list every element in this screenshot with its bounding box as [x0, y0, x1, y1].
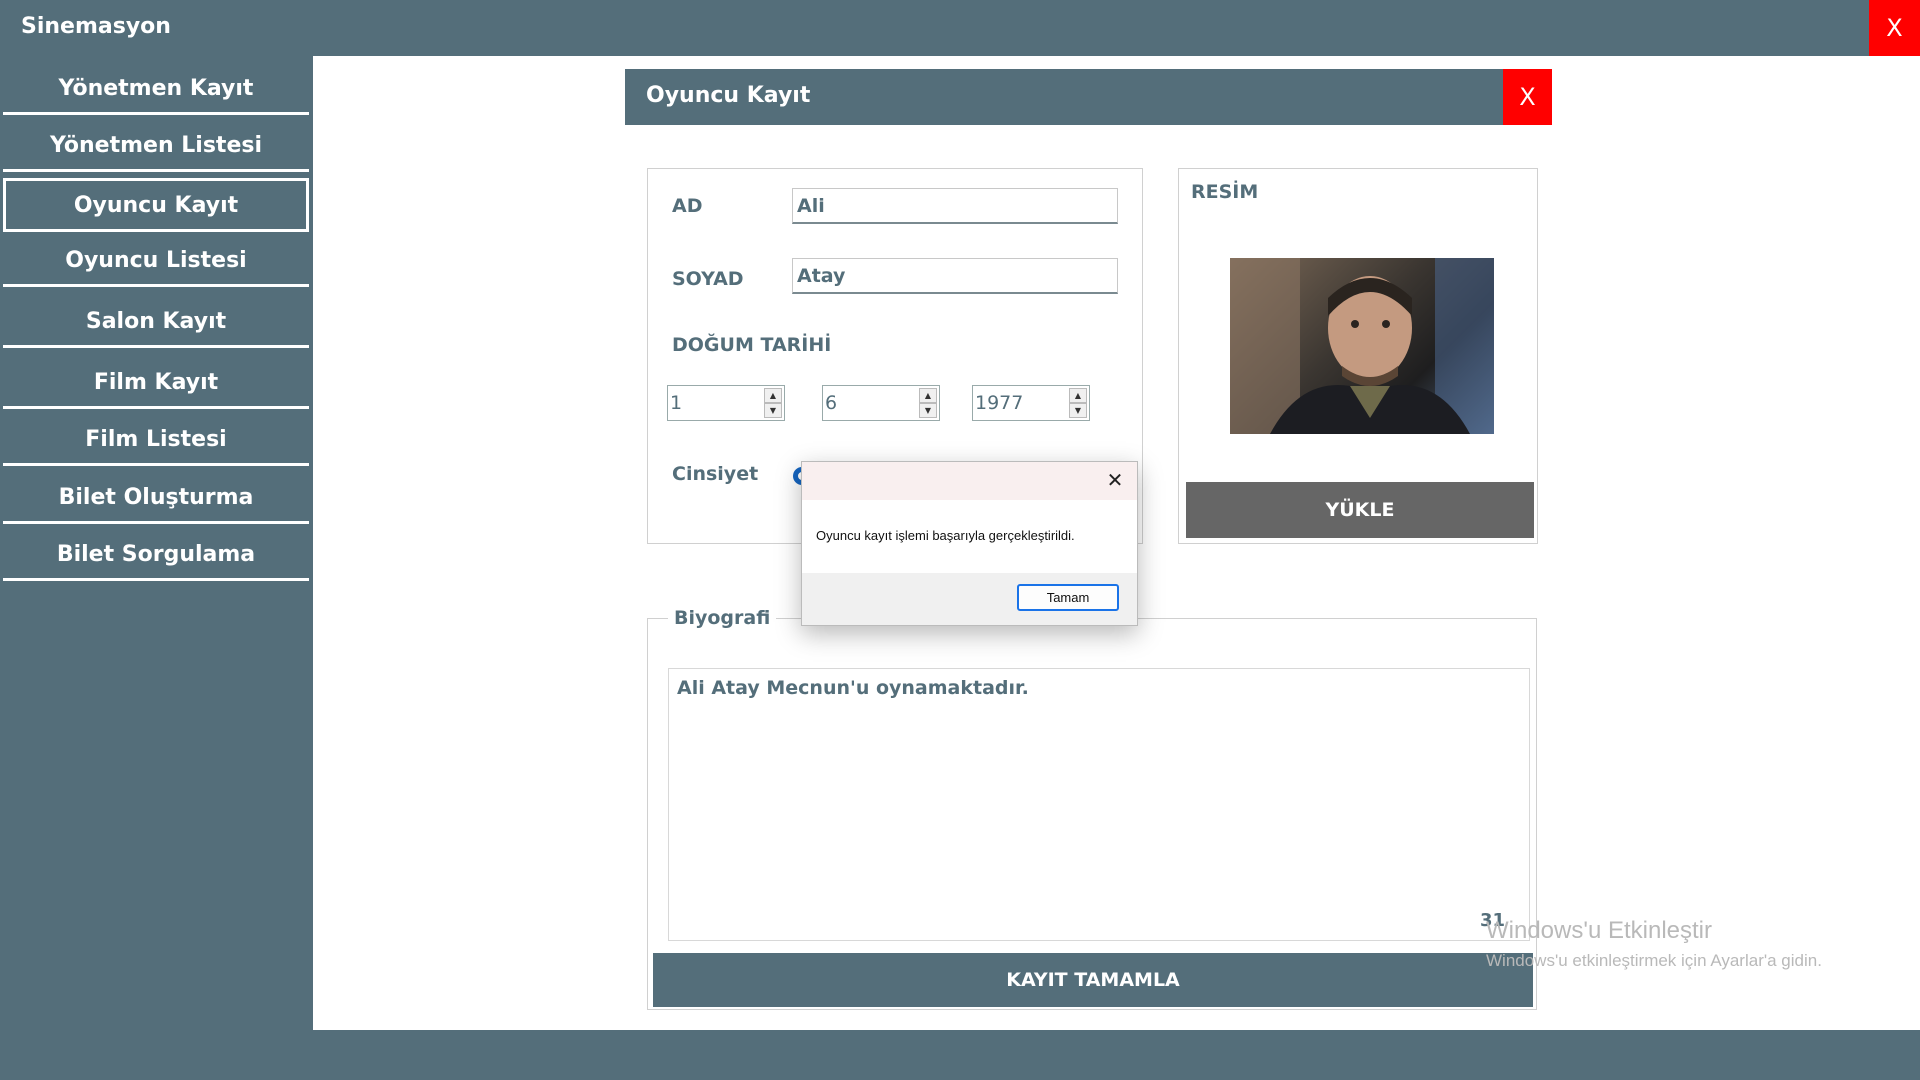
ad-input[interactable]: Ali: [792, 188, 1118, 224]
actor-photo: [1230, 258, 1494, 434]
app-title: Sinemasyon: [21, 14, 171, 39]
title-bar: Sinemasyon X: [0, 0, 1920, 56]
day-down-icon[interactable]: ▼: [764, 403, 782, 418]
form-title: Oyuncu Kayıt: [646, 83, 811, 108]
soyad-input[interactable]: Atay: [792, 258, 1118, 294]
sidebar-item-bilet-sorgulama[interactable]: Bilet Sorgulama: [3, 531, 309, 581]
month-value: 6: [825, 392, 838, 414]
month-down-icon[interactable]: ▼: [919, 403, 937, 418]
sidebar-item-yonetmen-kayit[interactable]: Yönetmen Kayıt: [3, 65, 309, 115]
upload-button[interactable]: YÜKLE: [1186, 482, 1534, 538]
year-stepper[interactable]: 1977 ▲ ▼: [972, 385, 1090, 421]
image-label: RESİM: [1191, 181, 1259, 203]
sidebar-item-salon-kayit[interactable]: Salon Kayıt: [3, 298, 309, 348]
message-dialog: ✕ Oyuncu kayıt işlemi başarıyla gerçekle…: [801, 461, 1138, 626]
year-down-icon[interactable]: ▼: [1069, 403, 1087, 418]
ad-label: AD: [672, 195, 703, 217]
soyad-label: SOYAD: [672, 268, 744, 290]
close-icon[interactable]: ✕: [1103, 468, 1127, 492]
month-up-icon[interactable]: ▲: [919, 388, 937, 403]
sidebar-item-oyuncu-listesi[interactable]: Oyuncu Listesi: [3, 237, 309, 287]
sidebar-item-yonetmen-listesi[interactable]: Yönetmen Listesi: [3, 122, 309, 172]
year-up-icon[interactable]: ▲: [1069, 388, 1087, 403]
biography-textarea[interactable]: Ali Atay Mecnun'u oynamaktadır.: [668, 668, 1530, 941]
birth-date-label: DOĞUM TARİHİ: [672, 334, 832, 356]
form-close-button[interactable]: X: [1503, 69, 1552, 125]
form-header: Oyuncu Kayıt X: [625, 69, 1552, 125]
year-value: 1977: [975, 392, 1024, 414]
sidebar-item-bilet-olusturma[interactable]: Bilet Oluşturma: [3, 474, 309, 524]
app-close-button[interactable]: X: [1869, 0, 1920, 56]
sidebar-item-oyuncu-kayit[interactable]: Oyuncu Kayıt: [3, 178, 309, 232]
biography-label: Biyografi: [668, 607, 777, 629]
dialog-message: Oyuncu kayıt işlemi başarıyla gerçekleşt…: [816, 528, 1075, 543]
sidebar: Yönetmen Kayıt Yönetmen Listesi Oyuncu K…: [0, 56, 313, 1030]
activation-watermark-title: Windows'u Etkinleştir: [1486, 917, 1712, 944]
day-up-icon[interactable]: ▲: [764, 388, 782, 403]
sidebar-item-film-listesi[interactable]: Film Listesi: [3, 416, 309, 466]
activation-watermark-text: Windows'u etkinleştirmek için Ayarlar'a …: [1486, 951, 1822, 970]
month-stepper[interactable]: 6 ▲ ▼: [822, 385, 940, 421]
ok-button[interactable]: Tamam: [1017, 584, 1119, 611]
submit-button[interactable]: KAYIT TAMAMLA: [653, 953, 1533, 1007]
sidebar-item-film-kayit[interactable]: Film Kayıt: [3, 359, 309, 409]
dialog-titlebar: [802, 462, 1137, 500]
gender-label: Cinsiyet: [672, 463, 759, 485]
day-value: 1: [670, 392, 683, 414]
day-stepper[interactable]: 1 ▲ ▼: [667, 385, 785, 421]
